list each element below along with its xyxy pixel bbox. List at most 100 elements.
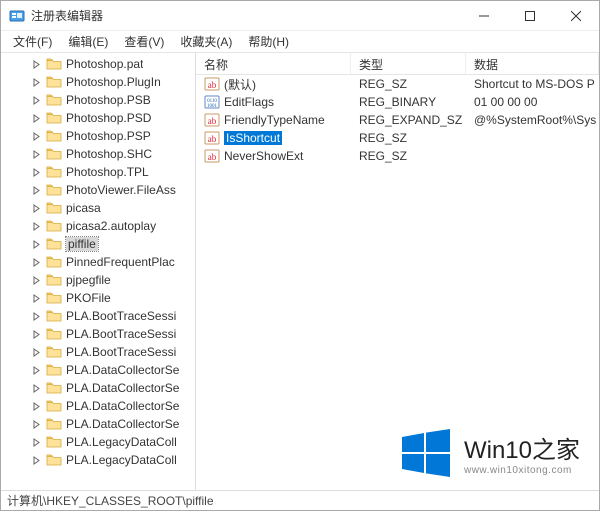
expand-icon[interactable] xyxy=(31,419,42,430)
tree-item[interactable]: PLA.BootTraceSessi xyxy=(1,325,195,343)
expand-icon[interactable] xyxy=(31,149,42,160)
expand-icon[interactable] xyxy=(31,203,42,214)
expand-icon[interactable] xyxy=(31,131,42,142)
expand-icon[interactable] xyxy=(31,59,42,70)
expand-icon[interactable] xyxy=(31,221,42,232)
tree-item[interactable]: picasa2.autoplay xyxy=(1,217,195,235)
expand-icon[interactable] xyxy=(31,365,42,376)
folder-icon xyxy=(46,345,62,359)
tree-item[interactable]: PLA.DataCollectorSe xyxy=(1,415,195,433)
cell-name: abIsShortcut xyxy=(196,130,351,146)
tree-item[interactable]: piffile xyxy=(1,235,195,253)
content-area: Photoshop.patPhotoshop.PlugInPhotoshop.P… xyxy=(1,53,599,490)
menu-edit[interactable]: 编辑(E) xyxy=(60,31,116,52)
value-row[interactable]: abIsShortcutREG_SZ xyxy=(196,129,599,147)
svg-text:1001: 1001 xyxy=(207,104,218,109)
expand-icon[interactable] xyxy=(31,311,42,322)
expand-icon[interactable] xyxy=(31,167,42,178)
expand-icon[interactable] xyxy=(31,95,42,106)
value-name: EditFlags xyxy=(224,95,274,109)
tree-item[interactable]: PLA.DataCollectorSe xyxy=(1,379,195,397)
folder-icon xyxy=(46,219,62,233)
folder-icon xyxy=(46,399,62,413)
tree-item[interactable]: pjpegfile xyxy=(1,271,195,289)
expand-icon[interactable] xyxy=(31,383,42,394)
expand-icon[interactable] xyxy=(31,239,42,250)
tree-item-label: PKOFile xyxy=(66,291,111,305)
tree-item[interactable]: PLA.BootTraceSessi xyxy=(1,343,195,361)
folder-icon xyxy=(46,327,62,341)
key-tree[interactable]: Photoshop.patPhotoshop.PlugInPhotoshop.P… xyxy=(1,53,196,490)
tree-item[interactable]: PinnedFrequentPlac xyxy=(1,253,195,271)
menu-favorites[interactable]: 收藏夹(A) xyxy=(172,31,240,52)
column-type[interactable]: 类型 xyxy=(351,53,466,74)
cell-name: abNeverShowExt xyxy=(196,148,351,164)
expand-icon[interactable] xyxy=(31,293,42,304)
column-data[interactable]: 数据 xyxy=(466,53,599,74)
tree-item[interactable]: PLA.LegacyDataColl xyxy=(1,451,195,469)
expand-icon[interactable] xyxy=(31,347,42,358)
folder-icon xyxy=(46,381,62,395)
menu-file[interactable]: 文件(F) xyxy=(5,31,60,52)
tree-item[interactable]: PKOFile xyxy=(1,289,195,307)
tree-item-label: picasa2.autoplay xyxy=(66,219,156,233)
menu-help[interactable]: 帮助(H) xyxy=(240,31,297,52)
folder-icon xyxy=(46,93,62,107)
folder-icon xyxy=(46,57,62,71)
value-row[interactable]: 01101001EditFlagsREG_BINARY01 00 00 00 xyxy=(196,93,599,111)
binary-value-icon: 01101001 xyxy=(204,94,220,110)
minimize-button[interactable] xyxy=(461,1,507,31)
expand-icon[interactable] xyxy=(31,275,42,286)
menu-view[interactable]: 查看(V) xyxy=(116,31,172,52)
tree-item-label: PLA.LegacyDataColl xyxy=(66,435,177,449)
tree-item[interactable]: Photoshop.SHC xyxy=(1,145,195,163)
tree-item[interactable]: Photoshop.pat xyxy=(1,55,195,73)
expand-icon[interactable] xyxy=(31,185,42,196)
tree-item[interactable]: Photoshop.PSP xyxy=(1,127,195,145)
folder-icon xyxy=(46,453,62,467)
tree-item[interactable]: PLA.DataCollectorSe xyxy=(1,361,195,379)
expand-icon[interactable] xyxy=(31,401,42,412)
expand-icon[interactable] xyxy=(31,329,42,340)
tree-item[interactable]: Photoshop.PSD xyxy=(1,109,195,127)
folder-icon xyxy=(46,111,62,125)
close-button[interactable] xyxy=(553,1,599,31)
cell-type: REG_SZ xyxy=(351,131,466,145)
maximize-button[interactable] xyxy=(507,1,553,31)
tree-item[interactable]: Photoshop.PlugIn xyxy=(1,73,195,91)
expand-icon[interactable] xyxy=(31,77,42,88)
expand-icon[interactable] xyxy=(31,113,42,124)
expand-icon[interactable] xyxy=(31,257,42,268)
value-name: FriendlyTypeName xyxy=(224,113,325,127)
tree-item[interactable]: Photoshop.TPL xyxy=(1,163,195,181)
folder-icon xyxy=(46,183,62,197)
tree-item[interactable]: PLA.LegacyDataColl xyxy=(1,433,195,451)
cell-name: ab FriendlyTypeName xyxy=(196,112,351,128)
tree-item[interactable]: PLA.DataCollectorSe xyxy=(1,397,195,415)
value-row[interactable]: abFriendlyTypeNameREG_EXPAND_SZ@%SystemR… xyxy=(196,111,599,129)
expand-icon[interactable] xyxy=(31,437,42,448)
expand-icon[interactable] xyxy=(31,455,42,466)
tree-item[interactable]: PLA.BootTraceSessi xyxy=(1,307,195,325)
tree-item[interactable]: picasa xyxy=(1,199,195,217)
string-value-icon: ab xyxy=(204,76,220,92)
svg-text:ab: ab xyxy=(208,152,217,162)
cell-data: @%SystemRoot%\Sys xyxy=(466,113,599,127)
tree-item-label: Photoshop.TPL xyxy=(66,165,149,179)
tree-item-label: pjpegfile xyxy=(66,273,111,287)
value-row[interactable]: ab(默认)REG_SZShortcut to MS-DOS P xyxy=(196,75,599,93)
list-header: 名称 类型 数据 xyxy=(196,53,599,75)
titlebar[interactable]: 注册表编辑器 xyxy=(1,1,599,31)
folder-icon xyxy=(46,75,62,89)
window-buttons xyxy=(461,1,599,31)
tree-item[interactable]: Photoshop.PSB xyxy=(1,91,195,109)
value-row[interactable]: abNeverShowExtREG_SZ xyxy=(196,147,599,165)
minimize-icon xyxy=(479,11,489,21)
column-name[interactable]: 名称 xyxy=(196,53,351,74)
string-value-icon: ab xyxy=(204,112,220,128)
tree-item-label: Photoshop.PSP xyxy=(66,129,151,143)
list-body[interactable]: ab(默认)REG_SZShortcut to MS-DOS P01101001… xyxy=(196,75,599,490)
tree-item[interactable]: PhotoViewer.FileAss xyxy=(1,181,195,199)
tree-item-label: PLA.BootTraceSessi xyxy=(66,327,176,341)
status-path: 计算机\HKEY_CLASSES_ROOT\piffile xyxy=(7,492,214,509)
